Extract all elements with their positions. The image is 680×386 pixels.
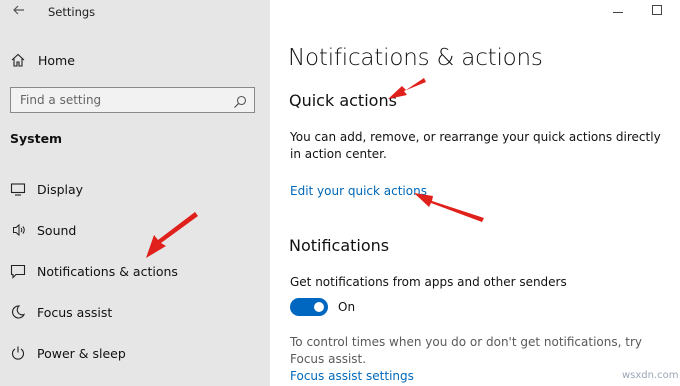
- watermark: wsxdn.com: [622, 370, 679, 381]
- arrow-notifications-item: [146, 212, 198, 258]
- arrow-edit-quick-actions: [414, 193, 484, 222]
- arrow-quick-actions: [388, 78, 426, 99]
- annotation-arrows: [146, 78, 484, 258]
